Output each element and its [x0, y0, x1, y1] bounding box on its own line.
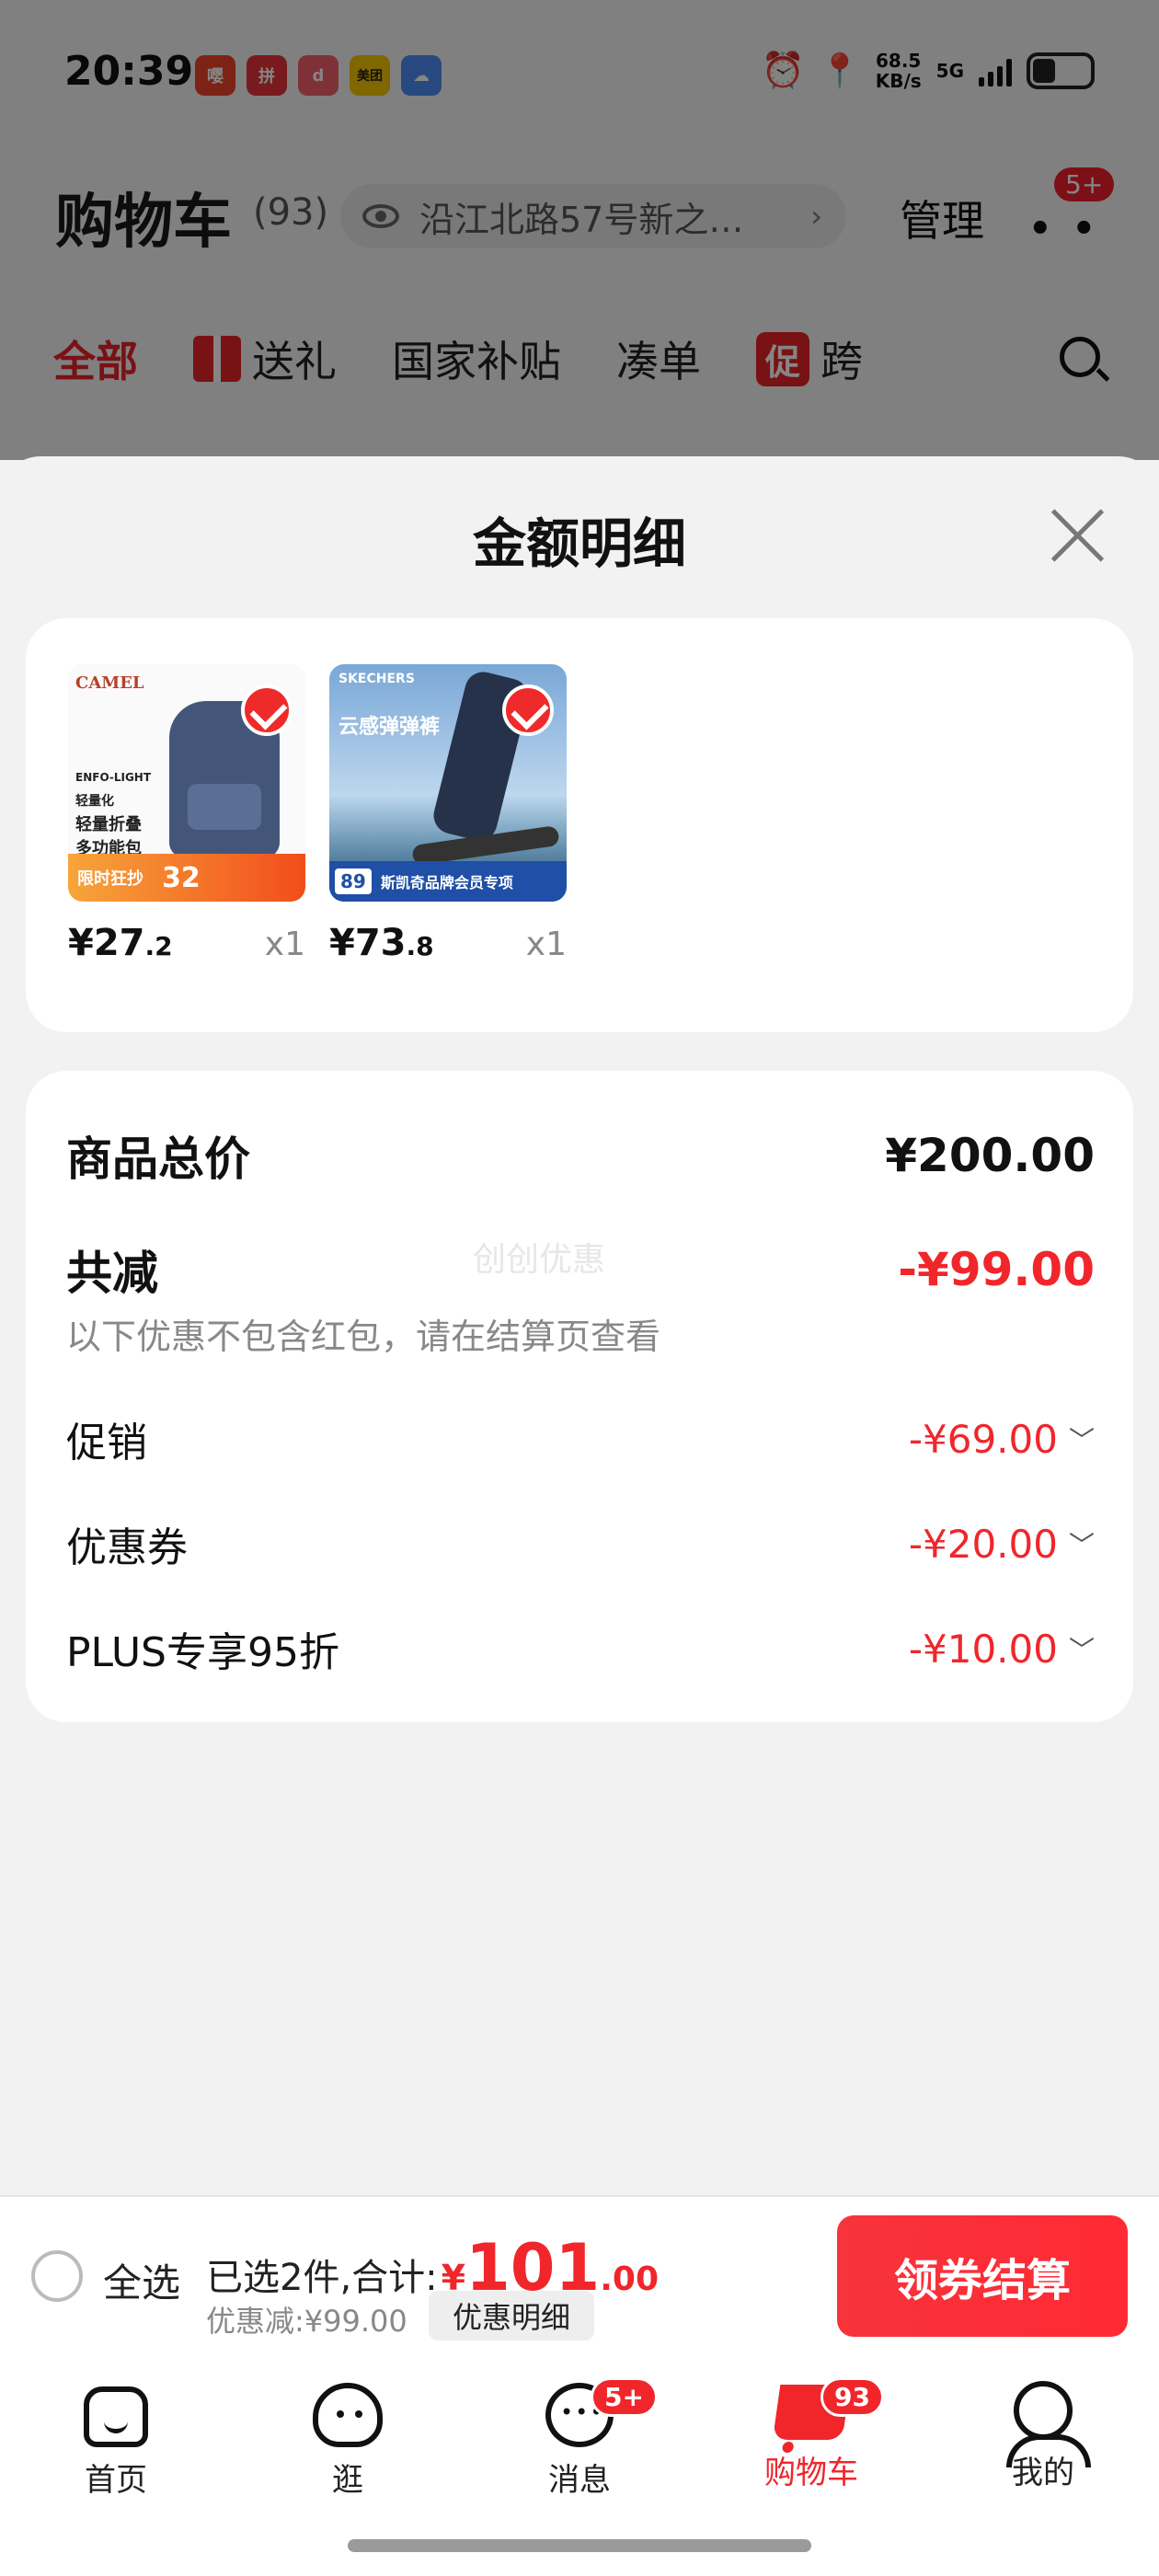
total-row: 商品总价 ¥200.00 [66, 1122, 1095, 1189]
checkout-button[interactable]: 领券结算 [837, 2215, 1128, 2337]
coupon-label: 优惠券 [66, 1524, 188, 1571]
product-image: CAMEL ENFO-LIGHT 轻量化 轻量折叠 多功能包 限时狂抄 32 [68, 664, 305, 902]
home-icon [84, 2386, 148, 2447]
messages-badge: 5+ [591, 2377, 658, 2417]
product-image-text: ENFO-LIGHT 轻量化 轻量折叠 多功能包 [75, 771, 152, 858]
reduce-row: 共减 -¥99.00 [66, 1236, 1095, 1303]
bottom-navigation: 首页 逛 消息 5+ 购物车 93 我的 [0, 2357, 1159, 2576]
discount-detail-button[interactable]: 优惠明细 [429, 2291, 594, 2340]
product-item[interactable]: CAMEL ENFO-LIGHT 轻量化 轻量折叠 多功能包 限时狂抄 32 ¥2… [68, 664, 305, 964]
sheet-title: 金额明细 [472, 512, 686, 575]
price-detail-card: 商品总价 ¥200.00 创创优惠 共减 -¥99.00 以下优惠不包含红包，请… [26, 1071, 1133, 1722]
reduce-value: -¥99.00 [898, 1243, 1095, 1296]
promo-banner: 89 斯凯奇品牌会员专项 [329, 861, 567, 902]
select-all-label[interactable]: 全选 [103, 2252, 180, 2308]
promo-banner: 限时狂抄 32 [68, 854, 305, 902]
brand-logo: SKECHERS [339, 672, 415, 686]
dim-overlay[interactable] [0, 0, 1159, 460]
product-price: ¥27.2 [68, 922, 173, 964]
nav-home[interactable]: 首页 [0, 2377, 232, 2500]
checked-icon[interactable] [241, 684, 293, 736]
reduce-label: 共减 [66, 1247, 158, 1300]
product-quantity: x1 [525, 926, 567, 963]
home-indicator[interactable] [348, 2539, 811, 2552]
checked-icon[interactable] [502, 684, 554, 736]
product-item[interactable]: SKECHERS 云感弹弹裤 89 斯凯奇品牌会员专项 ¥73.8 x1 [329, 664, 567, 964]
cart-badge: 93 [820, 2377, 884, 2417]
plus-row[interactable]: PLUS专享95折 -¥10.00 ﹀ [66, 1619, 1095, 1678]
plus-value: -¥10.00 ﹀ [908, 1626, 1095, 1672]
nav-cart[interactable]: 购物车 93 [695, 2377, 927, 2492]
saved-amount: 优惠减:¥99.00 [206, 2304, 407, 2339]
explore-icon [313, 2383, 383, 2447]
chevron-down-icon: ﹀ [1068, 1425, 1095, 1455]
brand-logo: CAMEL [75, 673, 144, 693]
product-image-text: 云感弹弹裤 [339, 716, 441, 739]
plus-label: PLUS专享95折 [66, 1629, 339, 1676]
coupon-value: -¥20.00 ﹀ [908, 1521, 1095, 1567]
products-card: CAMEL ENFO-LIGHT 轻量化 轻量折叠 多功能包 限时狂抄 32 ¥2… [26, 618, 1133, 1032]
close-icon[interactable] [1049, 506, 1107, 565]
total-value: ¥200.00 [885, 1129, 1095, 1182]
product-price: ¥73.8 [329, 922, 434, 964]
checkout-bar: 全选 已选2件,合计: ¥ 101 .00 优惠减:¥99.00 优惠明细 领券… [0, 2195, 1159, 2357]
select-all-checkbox[interactable] [31, 2250, 83, 2302]
discount-note: 以下优惠不包含红包，请在结算页查看 [66, 1317, 661, 1357]
nav-messages[interactable]: 消息 5+ [464, 2377, 695, 2500]
user-icon [1006, 2381, 1091, 2467]
nav-profile[interactable]: 我的 [927, 2377, 1159, 2492]
amount-detail-sheet: 金额明细 CAMEL ENFO-LIGHT 轻量化 轻量折叠 多功能包 限时狂抄… [0, 456, 1159, 2195]
promotion-row[interactable]: 促销 -¥69.00 ﹀ [66, 1409, 1095, 1468]
coupon-row[interactable]: 优惠券 -¥20.00 ﹀ [66, 1514, 1095, 1573]
promotion-label: 促销 [66, 1420, 147, 1466]
total-label: 商品总价 [66, 1133, 250, 1186]
promotion-value: -¥69.00 ﹀ [908, 1416, 1095, 1462]
nav-explore[interactable]: 逛 [232, 2377, 464, 2500]
product-quantity: x1 [264, 926, 305, 963]
product-image: SKECHERS 云感弹弹裤 89 斯凯奇品牌会员专项 [329, 664, 567, 902]
chevron-down-icon: ﹀ [1068, 1530, 1095, 1560]
chevron-down-icon: ﹀ [1068, 1635, 1095, 1665]
